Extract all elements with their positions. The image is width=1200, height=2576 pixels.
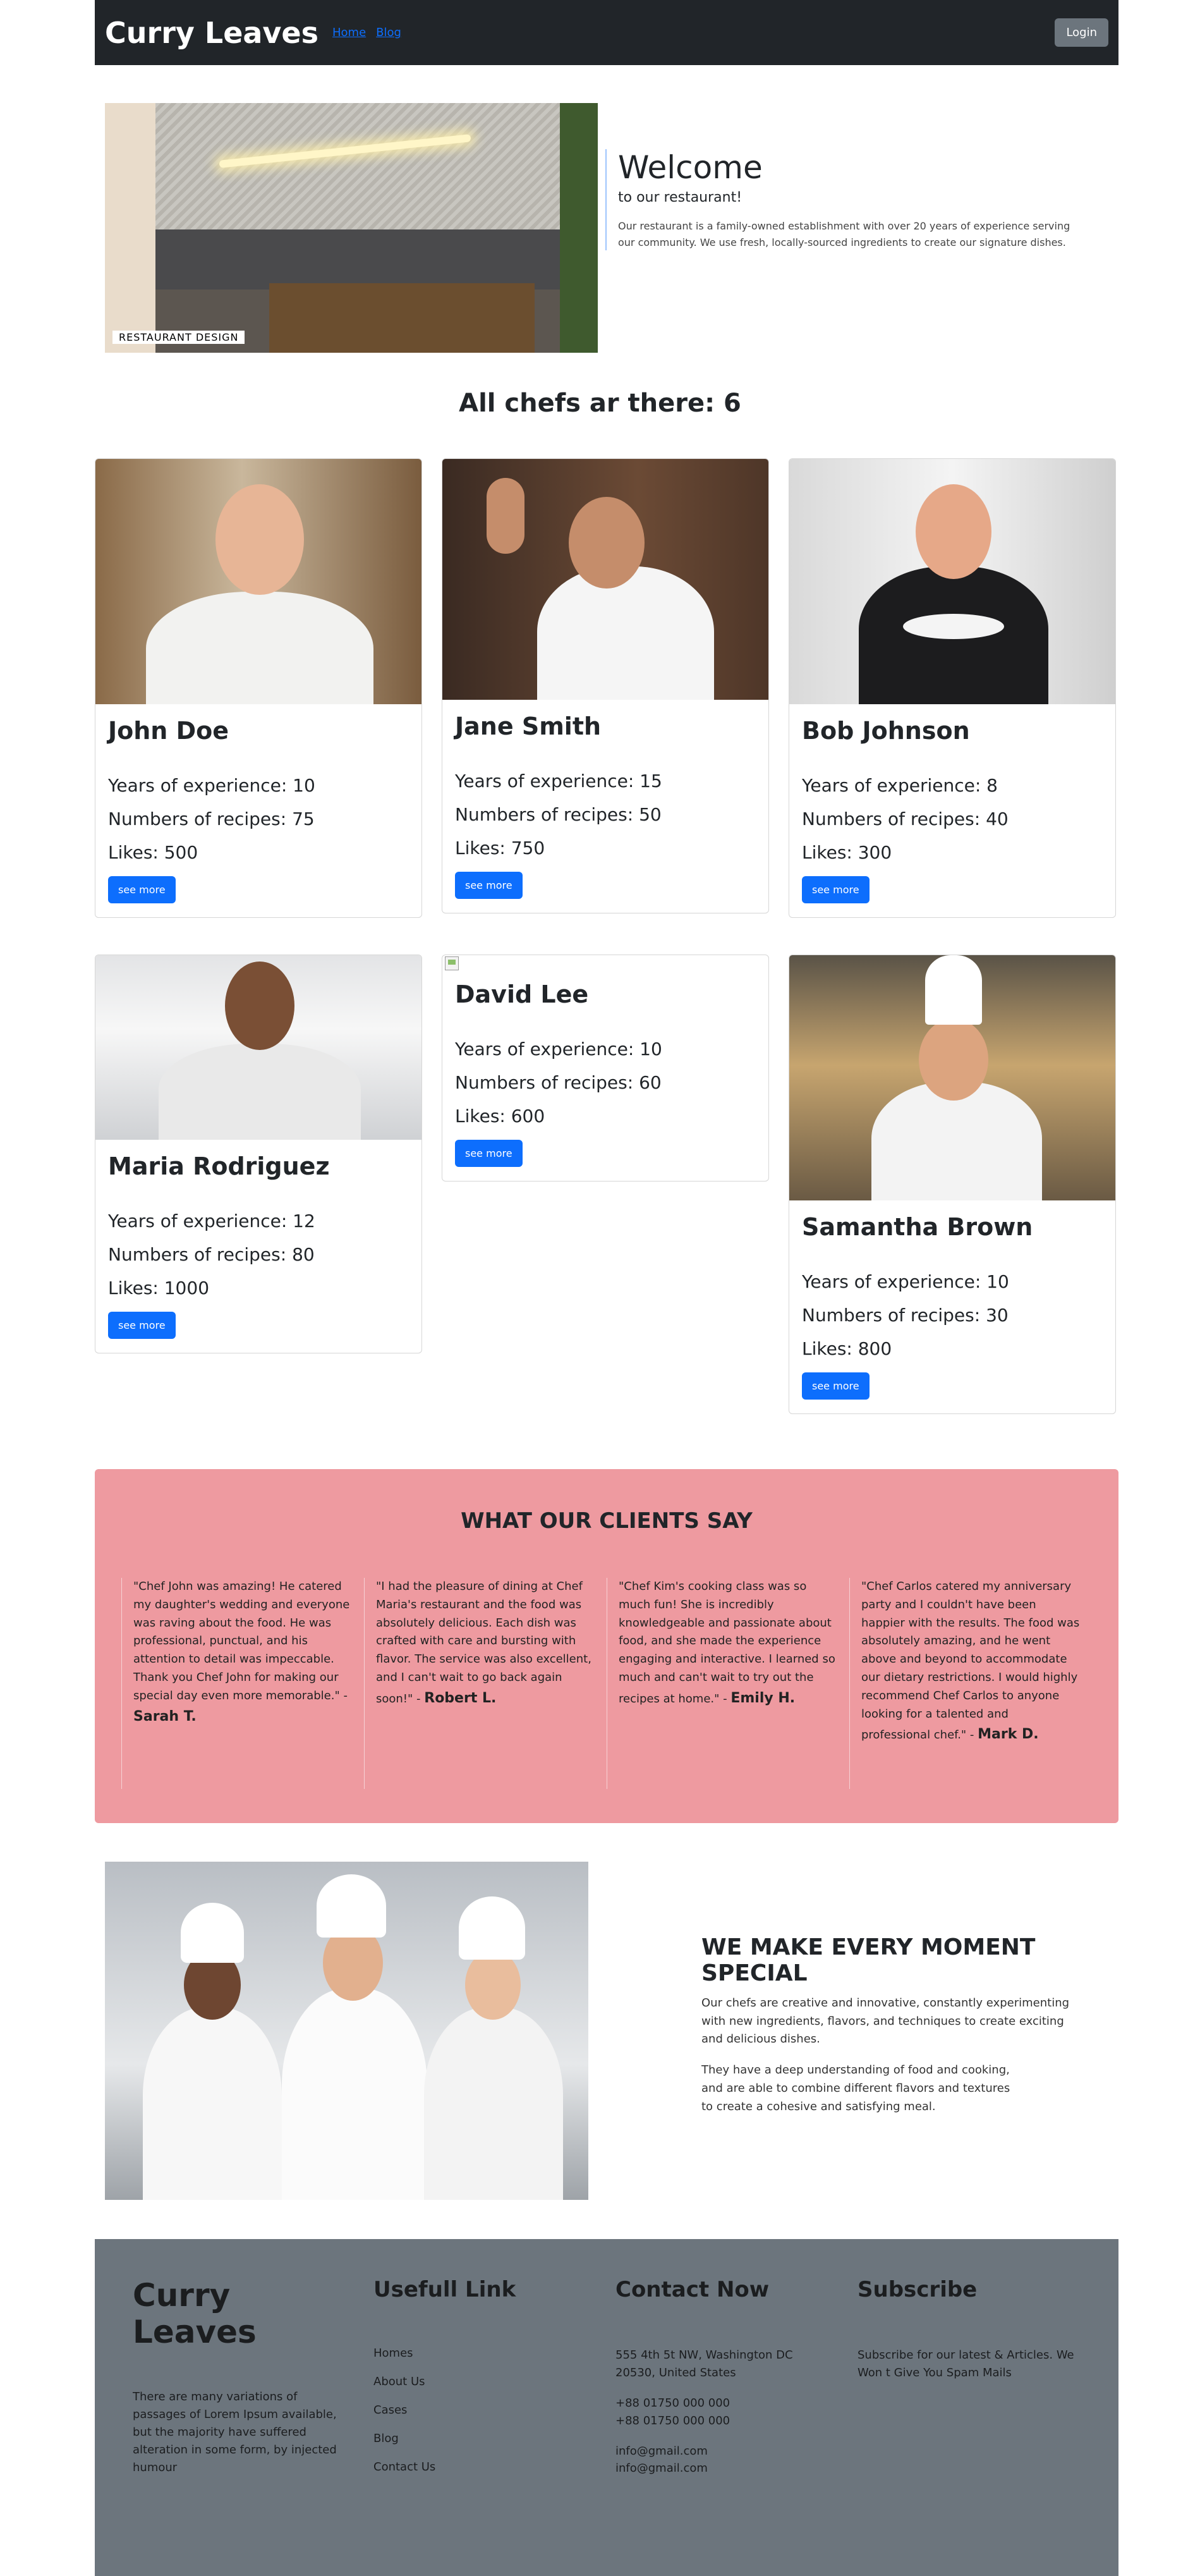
chef-card: David Lee Years of experience: 10 Number… (442, 955, 769, 1182)
chef-likes: Likes: 500 (108, 841, 198, 863)
footer-link-homes[interactable]: Homes (373, 2347, 591, 2360)
chef-card: Jane Smith Years of experience: 15 Numbe… (442, 458, 769, 914)
chefs-team-image (105, 1862, 588, 2200)
chef-recipes: Numbers of recipes: 60 (455, 1071, 662, 1093)
see-more-button[interactable]: see more (455, 872, 523, 900)
chef-recipes: Numbers of recipes: 80 (108, 1243, 315, 1265)
chef-card: Bob Johnson Years of experience: 8 Numbe… (789, 458, 1116, 919)
testimonial: "Chef John was amazing! He catered my da… (121, 1578, 364, 1789)
chef-name: Samantha Brown (802, 1213, 1033, 1241)
chef-photo (442, 459, 768, 700)
moment-title: WE MAKE EVERY MOMENT SPECIAL (701, 1934, 1036, 1987)
footer-contact-title: Contact Now (615, 2277, 770, 2302)
brand-logo[interactable]: Curry Leaves (105, 16, 318, 50)
testimonial: "I had the pleasure of dining at Chef Ma… (364, 1578, 607, 1789)
see-more-button[interactable]: see more (108, 876, 176, 904)
welcome-block: Welcome to our restaurant! Our restauran… (605, 149, 1098, 251)
testimonial-author: Robert L. (424, 1690, 497, 1706)
chef-experience: Years of experience: 8 (802, 775, 998, 796)
chef-likes: Likes: 300 (802, 841, 892, 863)
moment-paragraph-1: Our chefs are creative and innovative, c… (701, 1996, 1070, 2046)
footer-subscribe-title: Subscribe (858, 2277, 978, 2302)
chef-experience: Years of experience: 15 (455, 771, 662, 791)
testimonial-author: Emily H. (730, 1690, 796, 1706)
testimonial-author: Mark D. (978, 1726, 1039, 1743)
footer-phone: +88 01750 000 000 (615, 2414, 730, 2427)
welcome-subtitle: to our restaurant! (618, 190, 742, 205)
chef-recipes: Numbers of recipes: 30 (802, 1304, 1009, 1326)
nav-link-blog[interactable]: Blog (376, 26, 401, 39)
testimonial-quote: "Chef Carlos catered my anniversary part… (861, 1580, 1080, 1742)
chef-card: John Doe Years of experience: 10 Numbers… (95, 458, 422, 919)
testimonial-quote: "Chef Kim's cooking class was so much fu… (619, 1580, 835, 1706)
testimonial-author: Sarah T. (133, 1708, 197, 1724)
restaurant-image: RESTAURANT DESIGN (105, 103, 598, 353)
nav-link-home[interactable]: Home (332, 26, 366, 39)
chef-photo (95, 459, 421, 704)
footer-link-contact[interactable]: Contact Us (373, 2460, 591, 2474)
footer-email: info@gmail.com (615, 2462, 708, 2475)
chef-recipes: Numbers of recipes: 75 (108, 808, 315, 829)
testimonial: "Chef Carlos catered my anniversary part… (849, 1578, 1092, 1789)
footer-link-about[interactable]: About Us (373, 2375, 591, 2388)
chef-likes: Likes: 800 (802, 1338, 892, 1359)
chef-photo (95, 955, 421, 1140)
chef-experience: Years of experience: 10 (108, 775, 315, 796)
chef-name: Jane Smith (455, 712, 602, 740)
chef-experience: Years of experience: 10 (455, 1039, 662, 1059)
footer-about: There are many variations of passages of… (133, 2390, 337, 2474)
see-more-button[interactable]: see more (802, 876, 870, 904)
footer-subscribe-text: Subscribe for our latest & Articles. We … (858, 2348, 1074, 2379)
see-more-button[interactable]: see more (108, 1312, 176, 1340)
broken-image-icon (445, 956, 459, 970)
moment-paragraph-2: They have a deep understanding of food a… (701, 2063, 1010, 2113)
chef-name: Maria Rodriguez (108, 1152, 330, 1180)
hero-section: RESTAURANT DESIGN Welcome to our restaur… (95, 103, 1118, 353)
footer-email: info@gmail.com (615, 2444, 708, 2458)
chef-likes: Likes: 750 (455, 837, 545, 858)
footer-phone: +88 01750 000 000 (615, 2396, 730, 2410)
chef-name: John Doe (108, 717, 229, 745)
image-caption: RESTAURANT DESIGN (112, 331, 245, 344)
welcome-description: Our restaurant is a family-owned establi… (618, 220, 1070, 248)
chef-photo (789, 459, 1115, 704)
login-button[interactable]: Login (1055, 18, 1108, 47)
testimonial-quote: "Chef John was amazing! He catered my da… (133, 1580, 350, 1702)
chef-card: Samantha Brown Years of experience: 10 N… (789, 955, 1116, 1415)
chef-recipes: Numbers of recipes: 50 (455, 803, 662, 825)
footer-links-title: Usefull Link (373, 2277, 516, 2302)
chef-card: Maria Rodriguez Years of experience: 12 … (95, 955, 422, 1354)
chef-experience: Years of experience: 10 (802, 1271, 1009, 1292)
footer-address: 555 4th 5t NW, Washington DC 20530, Unit… (615, 2348, 793, 2379)
chef-name: David Lee (455, 980, 589, 1008)
testimonials-section: WHAT OUR CLIENTS SAY "Chef John was amaz… (95, 1469, 1118, 1823)
see-more-button[interactable]: see more (455, 1140, 523, 1168)
footer-brand: Curry Leaves (133, 2277, 257, 2350)
footer-link-blog[interactable]: Blog (373, 2432, 591, 2445)
chefs-count-title: All chefs ar there: 6 (459, 389, 741, 418)
chef-name: Bob Johnson (802, 717, 970, 745)
testimonials-title: WHAT OUR CLIENTS SAY (461, 1508, 753, 1534)
welcome-title: Welcome (618, 149, 763, 186)
chef-photo (789, 955, 1115, 1200)
navbar: Curry Leaves Home Blog Login (95, 0, 1118, 65)
chef-likes: Likes: 600 (455, 1105, 545, 1126)
chef-recipes: Numbers of recipes: 40 (802, 808, 1009, 829)
testimonial: "Chef Kim's cooking class was so much fu… (607, 1578, 849, 1789)
chef-experience: Years of experience: 12 (108, 1211, 315, 1231)
see-more-button[interactable]: see more (802, 1372, 870, 1400)
footer: Curry Leaves There are many variations o… (95, 2239, 1118, 2576)
chef-likes: Likes: 1000 (108, 1277, 210, 1298)
footer-link-cases[interactable]: Cases (373, 2403, 591, 2417)
testimonial-quote: "I had the pleasure of dining at Chef Ma… (376, 1580, 591, 1706)
moment-section: WE MAKE EVERY MOMENT SPECIAL Our chefs a… (95, 1862, 1118, 2200)
